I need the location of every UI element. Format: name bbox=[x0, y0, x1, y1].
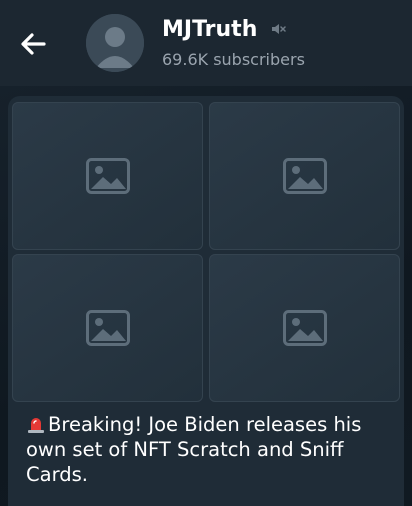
photo-placeholder[interactable] bbox=[12, 102, 203, 250]
channel-title[interactable]: MJTruth bbox=[162, 17, 257, 42]
photo-placeholder[interactable] bbox=[209, 254, 400, 402]
channel-avatar[interactable] bbox=[86, 14, 144, 72]
avatar-placeholder-icon bbox=[86, 14, 144, 72]
photo-placeholder[interactable] bbox=[209, 102, 400, 250]
message-body: Breaking! Joe Biden releases his own set… bbox=[26, 413, 362, 486]
back-button[interactable] bbox=[16, 28, 52, 60]
muted-speaker-icon bbox=[272, 24, 286, 34]
chat-header: MJTruth 69.6K subscribers bbox=[0, 0, 412, 86]
subscriber-count: 69.6K subscribers bbox=[162, 50, 305, 69]
image-icon bbox=[85, 158, 130, 194]
photo-placeholder[interactable] bbox=[12, 254, 203, 402]
channel-post: Breaking! Joe Biden releases his own set… bbox=[8, 96, 404, 506]
image-icon bbox=[282, 158, 327, 194]
image-icon bbox=[85, 310, 130, 346]
photo-grid bbox=[12, 102, 400, 402]
arrow-left-icon bbox=[21, 33, 46, 55]
image-icon bbox=[282, 310, 327, 346]
siren-icon bbox=[28, 418, 44, 433]
message-text: Breaking! Joe Biden releases his own set… bbox=[26, 412, 396, 487]
